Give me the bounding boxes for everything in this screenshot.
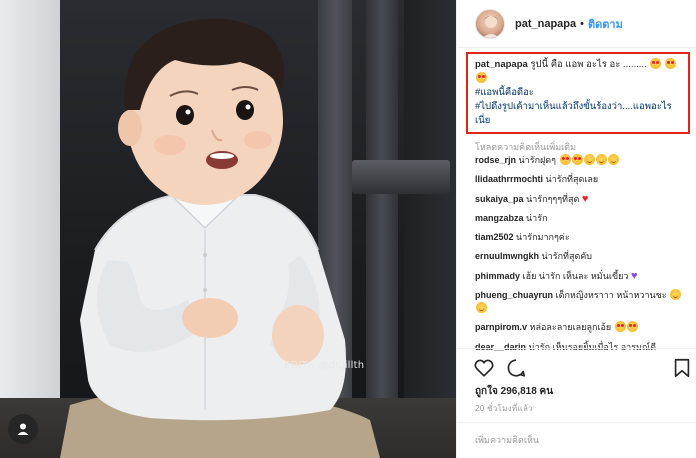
comment-text: น่ารักที่สุดเลย <box>545 174 599 185</box>
smile-emoji-icon <box>595 154 607 165</box>
heart-eyes-emoji-icon <box>614 321 626 333</box>
comment-username[interactable]: phimmady <box>475 271 520 281</box>
heart-eyes-emoji-icon <box>626 321 638 333</box>
comment-row: sukaiya_pa น่ารักๆๆๆที่สุด ♥ <box>475 193 693 206</box>
post-header: pat_napapa • ติดตาม <box>457 0 696 48</box>
comment-row: mangzabza น่ารัก <box>475 212 693 225</box>
comment-row: phueng_chuayrun เด็กหญิงหราาา หน้าหวานชะ <box>475 289 693 315</box>
comment-text: เด็กหญิงหราาา หน้าหวานชะ <box>555 290 667 301</box>
follow-button[interactable]: ติดตาม <box>588 15 623 33</box>
comment-row: parnpirom.v หล่อละลายเลยลูกเอ้ย <box>475 321 693 334</box>
header-separator: • <box>580 17 584 30</box>
post-timestamp[interactable]: 20 ชั่วโมงที่แล้ว <box>475 402 533 415</box>
add-comment-input[interactable]: เพิ่มความคิดเห็น <box>457 422 696 458</box>
comment-username[interactable]: phueng_chuayrun <box>475 290 553 300</box>
caption-text: รูปนี้ คือ แอพ อะไร อะ ......... <box>530 59 647 70</box>
user-tag-icon[interactable] <box>8 414 38 444</box>
caption-hashtag[interactable]: #ไปดึงรูปเค้ามาเห็นแล้วถึงขั้นร้องว่า...… <box>475 100 683 128</box>
comment-username[interactable]: sukaiya_pa <box>475 194 524 204</box>
bookmark-icon[interactable] <box>671 357 693 379</box>
comment-username[interactable]: llidaathrrmochti <box>475 174 543 184</box>
photo-watermark: EDIT : @dr.jillth <box>284 360 365 371</box>
comment-row: rodse_rjn น่ารักฝุดๆ <box>475 154 693 167</box>
heart-eyes-emoji-icon <box>650 58 662 69</box>
heart-eyes-emoji-icon <box>664 58 676 69</box>
comment-text: หล่อละลายเลยลูกเอ้ย <box>529 322 612 333</box>
comment-text: น่ารักที่สุดคับ <box>541 251 593 262</box>
comment-icon[interactable] <box>505 357 527 379</box>
load-more-comments-link[interactable]: โหลดความคิดเห็นเพิ่มเติม <box>475 140 576 154</box>
caption-username[interactable]: pat_napapa <box>475 59 528 70</box>
comment-text: น่ารักๆๆๆที่สุด <box>526 193 580 204</box>
baby-illustration <box>60 18 380 458</box>
smile-emoji-icon <box>670 289 682 301</box>
heart-eyes-emoji-icon <box>559 154 571 165</box>
comment-username[interactable]: parnpirom.v <box>475 322 527 332</box>
post-photo[interactable]: EDIT : @dr.jillth <box>0 0 456 458</box>
red-heart-icon: ♥ <box>581 192 589 205</box>
comment-username[interactable]: ernuulmwngkh <box>475 251 539 261</box>
like-count[interactable]: ถูกใจ 296,818 คน <box>475 384 553 399</box>
comment-text: น่ารัก <box>526 212 548 223</box>
comment-row: llidaathrrmochti น่ารักที่สุดเลย <box>475 173 693 186</box>
heart-icon[interactable] <box>473 357 495 379</box>
header-username[interactable]: pat_napapa <box>515 18 576 30</box>
comment-row: tiam2502 น่ารักมากๆค่ะ <box>475 231 693 244</box>
smile-emoji-icon <box>476 302 487 314</box>
action-bar <box>457 348 696 384</box>
comment-text: น่ารักฝุดๆ <box>518 155 556 165</box>
comment-username[interactable]: mangzabza <box>475 213 524 223</box>
purple-heart-icon: ♥ <box>630 269 638 282</box>
heart-eyes-emoji-icon <box>571 154 583 165</box>
comment-text: เฮ้ย น่ารัก เห็นละ หมั่นเขี้ยว <box>522 270 629 281</box>
comment-text: น่ารักมากๆค่ะ <box>516 232 570 243</box>
post-sidebar: pat_napapa • ติดตาม pat_napapa รูปนี้ คื… <box>456 0 696 458</box>
comment-username[interactable]: rodse_rjn <box>475 155 516 165</box>
comment-row: phimmady เฮ้ย น่ารัก เห็นละ หมั่นเขี้ยว … <box>475 270 693 283</box>
comment-username[interactable]: tiam2502 <box>475 232 514 242</box>
smile-emoji-icon <box>607 154 619 165</box>
caption-hashtag[interactable]: #แอพนี้คือดีอะ <box>475 86 683 100</box>
smile-emoji-icon <box>583 154 595 165</box>
comment-list: rodse_rjn น่ารักฝุดๆ llidaathrrmochti น่… <box>475 154 693 360</box>
caption-highlight-box: pat_napapa รูปนี้ คือ แอพ อะไร อะ ......… <box>466 52 690 134</box>
avatar[interactable] <box>475 8 505 39</box>
comment-row: ernuulmwngkh น่ารักที่สุดคับ <box>475 250 693 263</box>
heart-eyes-emoji-icon <box>476 72 487 83</box>
